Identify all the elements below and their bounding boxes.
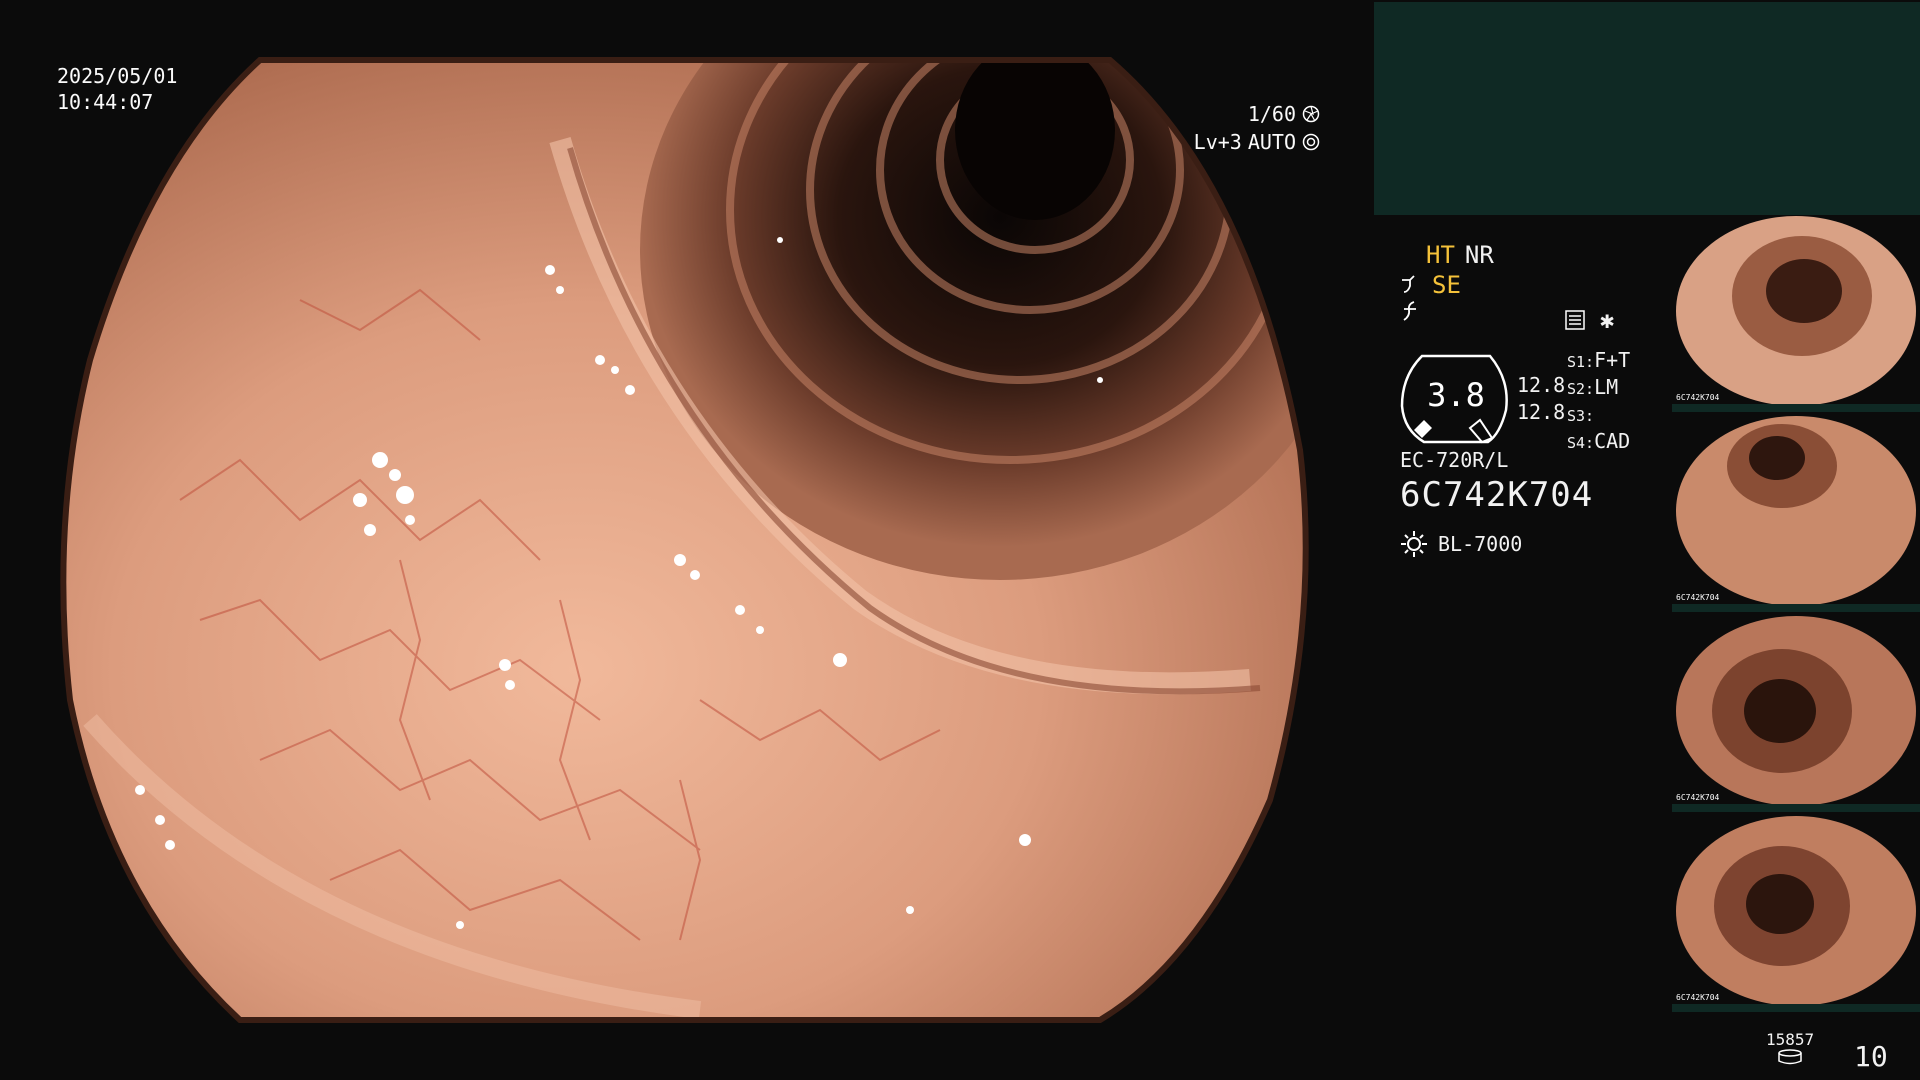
thumbnail-4[interactable]: 6C742K704 <box>1672 816 1920 1016</box>
switch-assignments: S1:F+T S2:LM S3: S4:CAD <box>1567 348 1630 456</box>
record-icon <box>1565 310 1585 330</box>
switch-row: S3: <box>1567 407 1595 425</box>
light-source-icon <box>1401 531 1427 557</box>
iris-mode-text: AUTO <box>1247 130 1296 154</box>
light-source-label: BL-7000 <box>1438 532 1523 556</box>
datetime: 2025/05/01 10:44:07 <box>57 63 177 115</box>
se-label: SE <box>1432 271 1461 299</box>
zoom-value: 3.8 <box>1427 376 1485 414</box>
thumbnail-label: 6C742K704 <box>1676 593 1720 602</box>
date-text: 2025/05/01 <box>57 64 178 88</box>
thumbnail-strip: 6C742K704 6C742K704 6C742K704 6C742K704 <box>1672 216 1920 1016</box>
zoom-dial: 3.8 <box>1400 354 1508 444</box>
exposure-info: 1/60 Lv+3 AUTO <box>1194 100 1320 156</box>
image-count-text: 15857 <box>1766 1030 1815 1049</box>
switch-row: S1:F+T <box>1567 348 1631 372</box>
processing-modes: HT NR SE <box>1400 240 1494 322</box>
thumbnail-label: 6C742K704 <box>1676 993 1720 1002</box>
structure-enhance-icon <box>1402 275 1415 293</box>
image-counter: 15857 <box>1766 1030 1814 1069</box>
light-source: BL-7000 <box>1400 530 1522 558</box>
scope-serial: 6C742K704 <box>1400 475 1594 515</box>
thumbnail-2[interactable]: 6C742K704 <box>1672 416 1920 616</box>
nr-label: NR <box>1464 241 1494 269</box>
zoom-range: 12.8 12.8 <box>1517 372 1565 426</box>
zoom-upper: 12.8 <box>1517 373 1566 397</box>
storage-icon <box>1778 1049 1802 1065</box>
level-text: Lv+3 <box>1193 130 1242 154</box>
status-icons: ✱ <box>1564 306 1614 334</box>
switch-row: S4:CAD <box>1567 429 1631 453</box>
asterisk-icon: ✱ <box>1600 306 1615 334</box>
iris-icon <box>1302 133 1320 151</box>
color-enhance-icon <box>1403 301 1416 321</box>
endoscope-main-view <box>0 0 1372 1080</box>
shutter-text: 1/60 <box>1247 102 1296 126</box>
switch-row: S2:LM <box>1567 375 1619 399</box>
thumbnail-label: 6C742K704 <box>1676 393 1720 402</box>
preview-panel <box>1374 2 1920 215</box>
shutter-icon <box>1302 105 1320 123</box>
page-number: 10 <box>1854 1040 1888 1073</box>
thumbnail-label: 6C742K704 <box>1676 793 1720 802</box>
ht-label: HT <box>1426 241 1455 269</box>
scope-model: EC-720R/L <box>1400 448 1509 472</box>
thumbnail-1[interactable]: 6C742K704 <box>1672 216 1920 416</box>
thumbnail-3[interactable]: 6C742K704 <box>1672 616 1920 816</box>
time-text: 10:44:07 <box>57 90 154 114</box>
zoom-lower: 12.8 <box>1517 400 1566 424</box>
